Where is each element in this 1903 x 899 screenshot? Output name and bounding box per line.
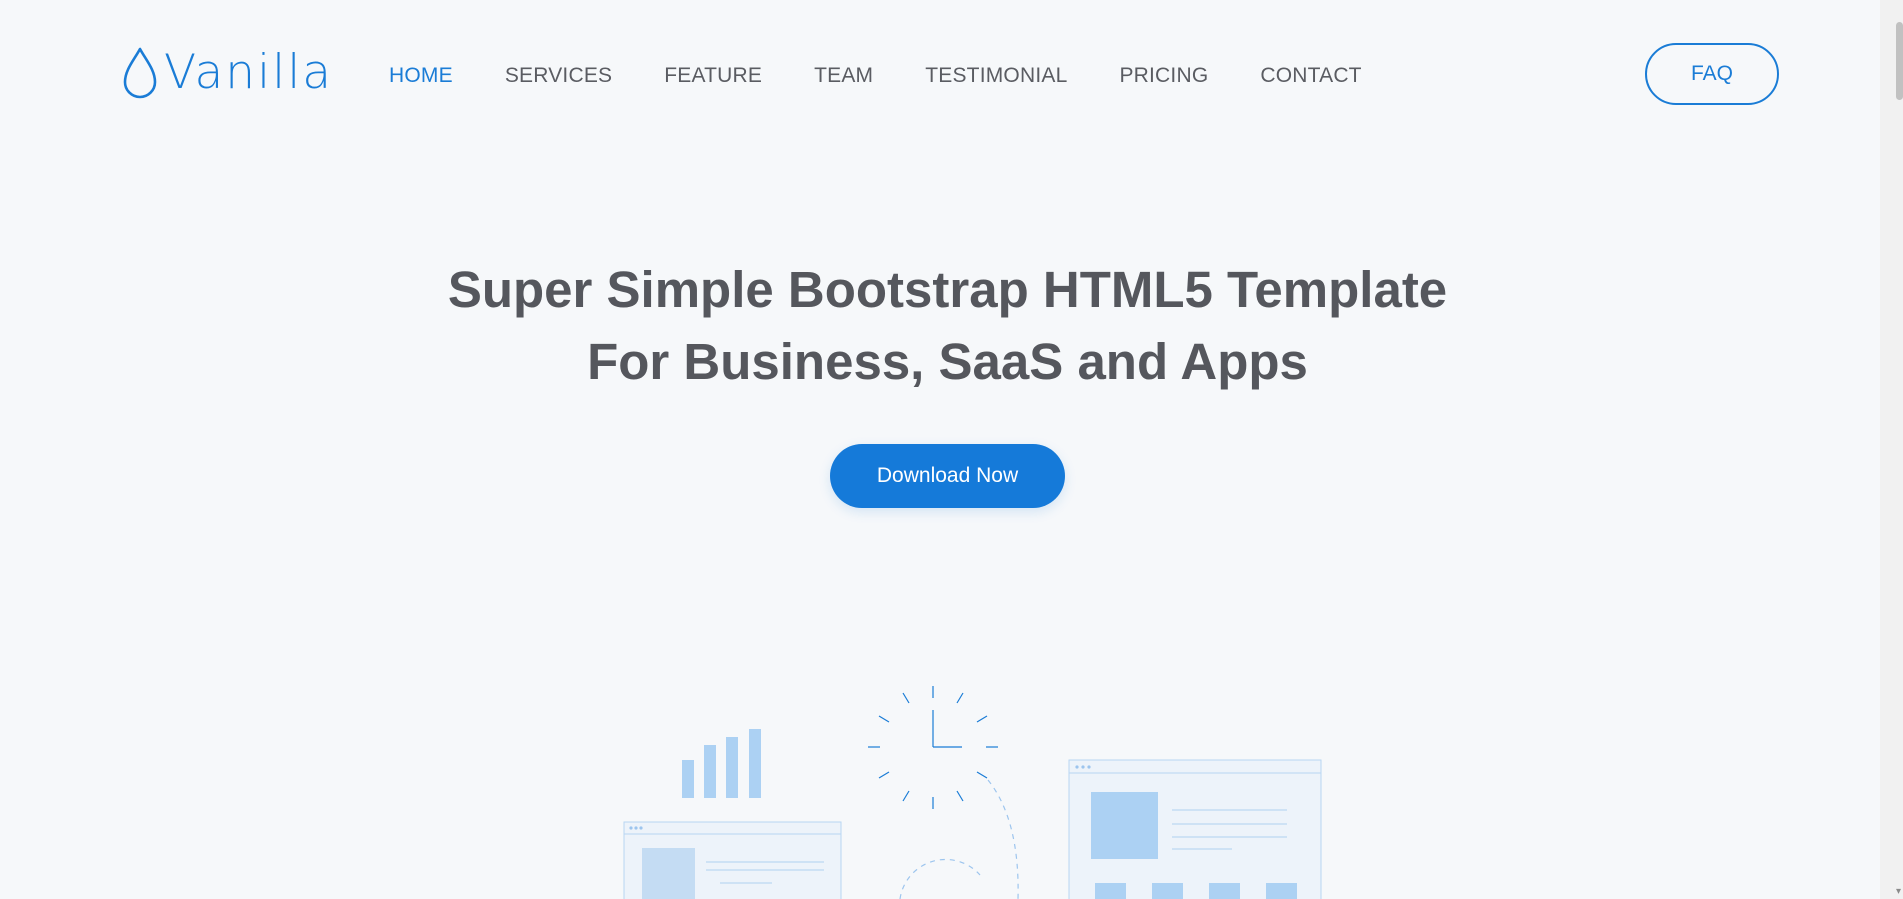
dashboard-window-icon [1068, 759, 1322, 899]
water-drop-icon [123, 47, 157, 99]
faq-button[interactable]: FAQ [1645, 43, 1779, 105]
nav-item-services[interactable]: SERVICES [505, 62, 612, 90]
clock-icon [868, 686, 1019, 899]
nav-item-home[interactable]: HOME [389, 62, 453, 90]
nav-item-contact[interactable]: CONTACT [1260, 62, 1361, 90]
nav-item-testimonial[interactable]: TESTIMONIAL [925, 62, 1067, 90]
scroll-down-arrow-icon[interactable]: ▾ [1896, 887, 1901, 897]
scrollbar-thumb[interactable] [1896, 22, 1903, 100]
hero-title: Super Simple Bootstrap HTML5 Template Fo… [0, 254, 1895, 398]
bar-chart-icon [682, 729, 761, 798]
nav-item-pricing[interactable]: PRICING [1119, 62, 1208, 90]
hero-illustration [623, 686, 1322, 899]
hero-title-line-2: For Business, SaaS and Apps [587, 333, 1308, 390]
main-nav: HOME SERVICES FEATURE TEAM TESTIMONIAL P… [389, 62, 1414, 90]
brand-logo[interactable]: Vanilla [120, 46, 333, 100]
download-now-button[interactable]: Download Now [830, 444, 1065, 508]
page-scrollbar[interactable]: ▾ [1880, 0, 1903, 899]
landing-page: Vanilla HOME SERVICES FEATURE TEAM TESTI… [0, 0, 1903, 899]
nav-item-team[interactable]: TEAM [814, 62, 873, 90]
hero-title-line-1: Super Simple Bootstrap HTML5 Template [447, 261, 1448, 318]
site-header: Vanilla HOME SERVICES FEATURE TEAM TESTI… [0, 0, 1880, 152]
brand-name: Vanilla [164, 45, 334, 100]
nav-item-feature[interactable]: FEATURE [664, 62, 762, 90]
browser-window-icon [623, 821, 842, 899]
